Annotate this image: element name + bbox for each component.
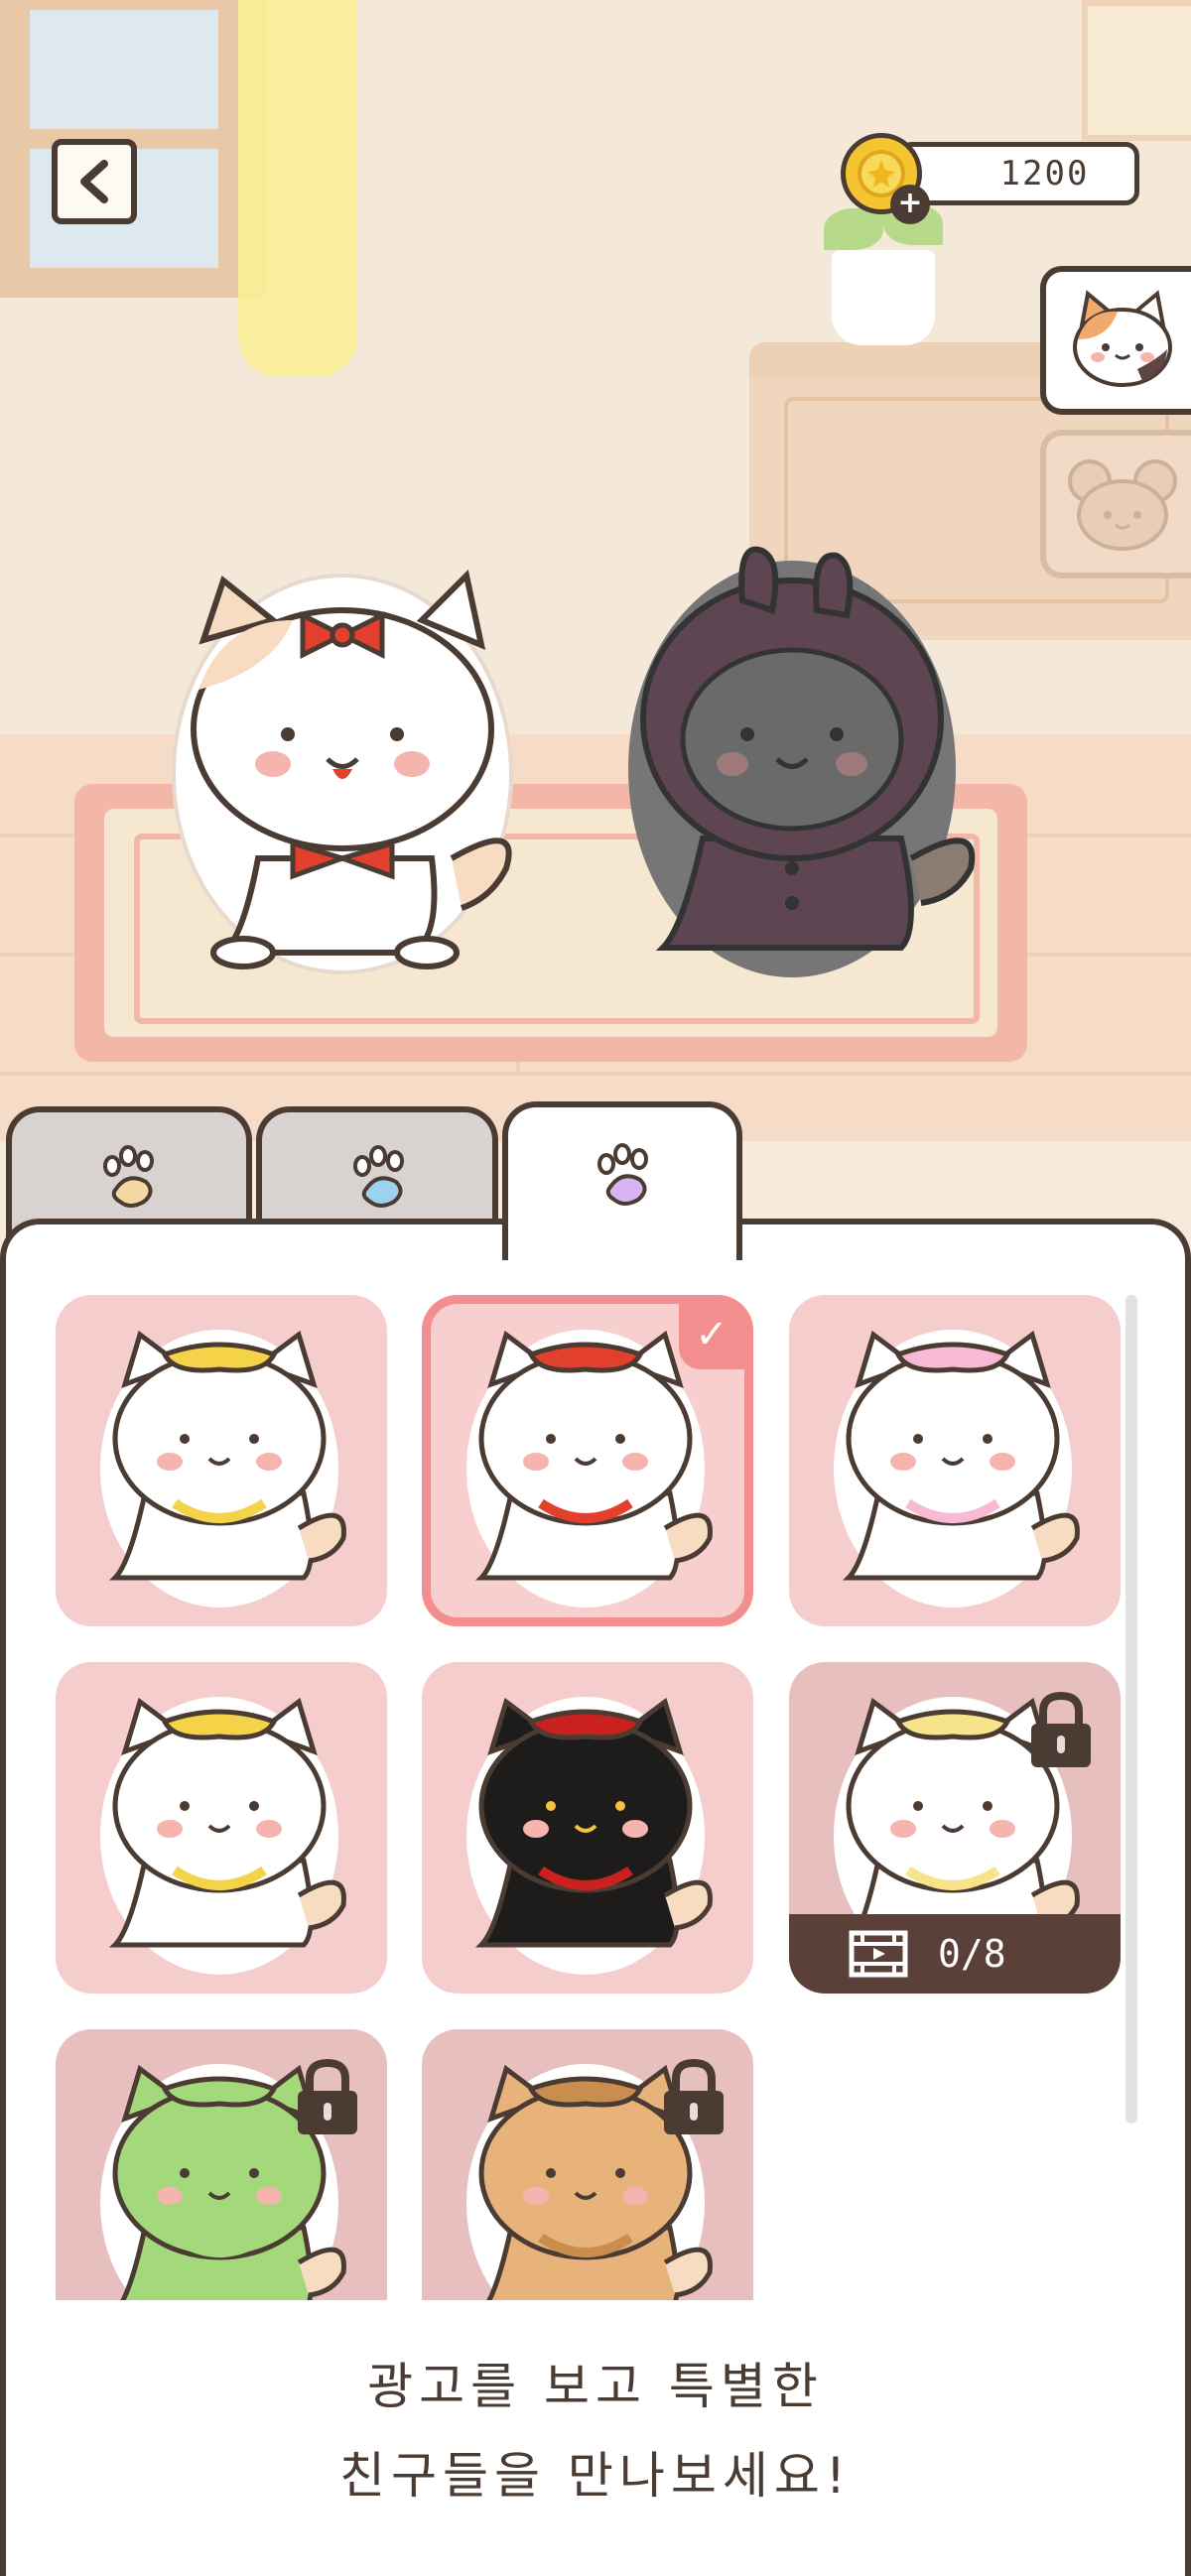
plant-leaf <box>824 208 883 250</box>
paw-icon <box>103 1145 154 1208</box>
paw-icon <box>353 1145 404 1208</box>
lock-icon <box>294 2057 361 2136</box>
costume-card[interactable] <box>56 1295 387 1626</box>
devil-costume-icon <box>466 1697 713 1975</box>
pink-bunny-hoodie-icon <box>834 1330 1080 1608</box>
cat-red-bow-icon[interactable] <box>164 561 541 977</box>
cat-bunny-hoodie-icon[interactable] <box>623 541 1000 977</box>
scrollbar[interactable] <box>1125 1295 1137 2124</box>
plant-pot <box>832 250 935 345</box>
costume-card[interactable] <box>789 1295 1121 1626</box>
ad-progress-count: 0/8 <box>938 1932 1006 1976</box>
calico-cat-face-icon <box>1073 290 1172 387</box>
crown-and-cape-icon <box>100 1697 346 1975</box>
side-tab-cats[interactable] <box>1040 266 1191 415</box>
coin-amount: 1200 <box>999 154 1090 193</box>
wall-picture <box>1082 0 1191 141</box>
costume-card[interactable]: 0/8 <box>789 1662 1121 1994</box>
side-tab-mice[interactable] <box>1040 430 1191 579</box>
watch-ad-progress-bar[interactable]: 0/8 <box>789 1914 1121 1994</box>
paw-icon <box>597 1143 648 1206</box>
promo-line-2: 친구들을 만나보세요! <box>339 2447 852 2505</box>
back-button[interactable] <box>52 139 137 224</box>
costume-card[interactable]: ✓ <box>422 1295 753 1626</box>
video-icon <box>849 1930 908 1978</box>
costume-card[interactable] <box>56 1662 387 1994</box>
check-icon: ✓ <box>679 1304 744 1369</box>
add-coins-button[interactable]: + <box>890 185 930 224</box>
lock-icon <box>1027 1690 1095 1769</box>
mouse-face-icon <box>1068 459 1177 551</box>
curtain <box>238 0 357 377</box>
promo-line-1: 광고를 보고 특별한 <box>367 2358 824 2415</box>
lock-icon <box>660 2057 728 2136</box>
chevron-left-icon <box>80 160 108 203</box>
tab-category-3[interactable] <box>502 1101 742 1260</box>
costume-card[interactable] <box>422 1662 753 1994</box>
yellow-bear-hat-icon <box>100 1330 346 1608</box>
